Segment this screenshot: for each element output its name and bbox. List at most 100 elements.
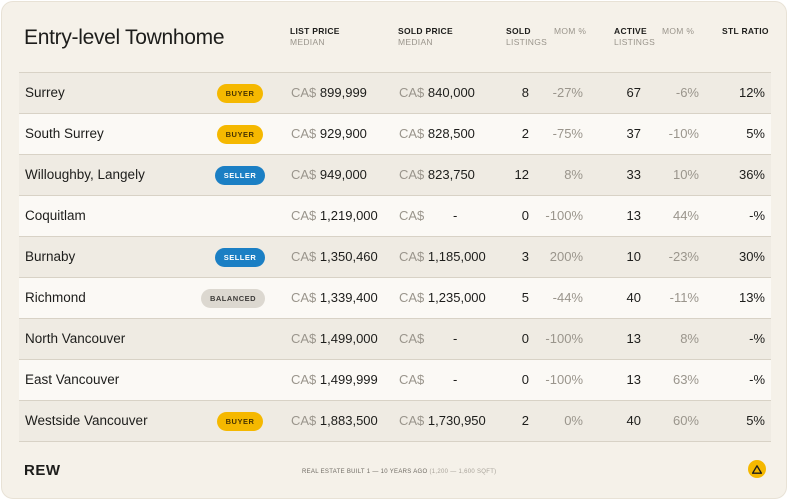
column-header-active-mom: MOM % <box>662 26 695 36</box>
column-header-sold-price: SOLD PRICE MEDIAN <box>398 26 453 47</box>
currency-label: CA$ <box>399 126 425 141</box>
stl-ratio-value: -% <box>749 331 765 346</box>
currency-label: CA$ <box>291 167 317 182</box>
market-status-badge: BALANCED <box>201 289 265 308</box>
stl-ratio-value: 5% <box>746 413 765 428</box>
sold-price: CA$ 1,235,000 <box>399 278 486 318</box>
market-status-badge: BUYER <box>217 84 263 103</box>
list-price: CA$ 1,883,500 <box>291 401 378 441</box>
triangle-glyph <box>752 464 762 474</box>
rew-logo: REW <box>24 462 61 479</box>
sold-price-value: 1,185,000 <box>427 249 486 264</box>
region-name: Surrey <box>25 85 65 100</box>
sold-listings-count: 5 <box>521 290 529 305</box>
active-mom-percent: 10% <box>672 167 699 182</box>
sold-mom-percent: -100% <box>545 331 583 346</box>
region-name: Coquitlam <box>25 208 86 223</box>
active-mom-percent: 44% <box>672 208 699 223</box>
sold-listings-count: 0 <box>521 208 529 223</box>
warning-triangle-icon[interactable] <box>748 460 766 478</box>
table-row[interactable]: East Vancouver CA$ 1,499,999 CA$ -0 -100% 13 6… <box>19 359 771 400</box>
active-listings-count: 10 <box>626 249 641 264</box>
sold-mom-percent: -75% <box>552 126 583 141</box>
active-listings-count: 13 <box>626 331 641 346</box>
sold-listings-count: 2 <box>521 126 529 141</box>
list-price-value: 1,339,400 <box>319 290 378 305</box>
list-price: CA$ 949,000 <box>291 155 367 195</box>
sold-price-value: 1,235,000 <box>427 290 486 305</box>
active-listings-count: 37 <box>626 126 641 141</box>
region-name: Richmond <box>25 290 86 305</box>
sold-price: CA$ 828,500 <box>399 114 475 154</box>
list-price: CA$ 1,499,000 <box>291 319 378 359</box>
sold-mom-percent: 200% <box>549 249 583 264</box>
sold-price-value: 1,730,950 <box>427 413 486 428</box>
sold-mom-percent: 8% <box>564 167 583 182</box>
active-listings-count: 40 <box>626 290 641 305</box>
table-body: Surrey BUYER CA$ 899,999 CA$ 840,000 8 -27% 67… <box>19 72 771 442</box>
sold-price: CA$ - <box>399 360 457 400</box>
active-listings-count: 67 <box>626 85 641 100</box>
currency-label: CA$ <box>399 208 425 223</box>
market-status-badge: SELLER <box>215 166 265 185</box>
table-row[interactable]: Burnaby SELLER CA$ 1,350,460 CA$ 1,185,000 3… <box>19 236 771 277</box>
table-row[interactable]: South Surrey BUYER CA$ 929,900 CA$ 828,500 2… <box>19 113 771 154</box>
currency-label: CA$ <box>399 167 425 182</box>
market-status-badge: BUYER <box>217 412 263 431</box>
active-mom-percent: 63% <box>672 372 699 387</box>
currency-label: CA$ <box>291 290 317 305</box>
currency-label: CA$ <box>399 331 425 346</box>
currency-label: CA$ <box>291 413 317 428</box>
sold-mom-percent: -100% <box>545 208 583 223</box>
sold-price: CA$ 1,185,000 <box>399 237 486 277</box>
region-name: Westside Vancouver <box>25 413 148 428</box>
sold-price-value: 828,500 <box>427 126 475 141</box>
sold-price-value: 840,000 <box>427 85 475 100</box>
market-status-badge: BUYER <box>217 125 263 144</box>
sold-listings-count: 2 <box>521 413 529 428</box>
active-mom-percent: -23% <box>668 249 699 264</box>
table-row[interactable]: Richmond BALANCED CA$ 1,339,400 CA$ 1,235,0… <box>19 277 771 318</box>
active-listings-count: 13 <box>626 208 641 223</box>
active-listings-count: 40 <box>626 413 641 428</box>
sold-mom-percent: -44% <box>552 290 583 305</box>
active-mom-percent: -10% <box>668 126 699 141</box>
sold-price-value: - <box>453 331 458 346</box>
active-mom-percent: 8% <box>680 331 699 346</box>
market-table-card: Entry-level Townhome LIST PRICE MEDIAN S… <box>1 1 787 499</box>
currency-label: CA$ <box>291 126 317 141</box>
currency-label: CA$ <box>399 413 425 428</box>
sold-price-value: - <box>453 372 458 387</box>
sold-price: CA$ 840,000 <box>399 73 475 113</box>
sold-price: CA$ - <box>399 196 457 236</box>
region-name: South Surrey <box>25 126 104 141</box>
list-price: CA$ 929,900 <box>291 114 367 154</box>
sold-mom-percent: 0% <box>564 413 583 428</box>
active-mom-percent: -11% <box>669 290 699 305</box>
table-row[interactable]: Westside Vancouver BUYER CA$ 1,883,500 CA$ … <box>19 400 771 442</box>
list-price-value: 1,499,000 <box>319 331 378 346</box>
column-header-list-price: LIST PRICE MEDIAN <box>290 26 340 47</box>
table-row[interactable]: North Vancouver CA$ 1,499,000 CA$ -0 -100% 13… <box>19 318 771 359</box>
sold-price: CA$ 823,750 <box>399 155 475 195</box>
table-row[interactable]: Surrey BUYER CA$ 899,999 CA$ 840,000 8 -27% 67… <box>19 72 771 113</box>
region-name: Burnaby <box>25 249 76 264</box>
sold-mom-percent: -27% <box>552 85 583 100</box>
sold-price-value: - <box>453 208 458 223</box>
region-name: North Vancouver <box>25 331 126 346</box>
table-row[interactable]: Willoughby, Langely SELLER CA$ 949,000 CA$ … <box>19 154 771 195</box>
table-row[interactable]: Coquitlam CA$ 1,219,000 CA$ -0 -100% 13 44% -% <box>19 195 771 236</box>
currency-label: CA$ <box>399 372 425 387</box>
active-mom-percent: -6% <box>675 85 699 100</box>
market-status-badge: SELLER <box>215 248 265 267</box>
list-price-value: 949,000 <box>319 167 367 182</box>
sold-price-value: 823,750 <box>427 167 475 182</box>
list-price-value: 1,883,500 <box>319 413 378 428</box>
list-price: CA$ 1,499,999 <box>291 360 378 400</box>
list-price-value: 929,900 <box>319 126 367 141</box>
sold-price: CA$ - <box>399 319 457 359</box>
column-header-sold-mom: MOM % <box>554 26 587 36</box>
stl-ratio-value: 12% <box>738 85 765 100</box>
column-header-sold-listings: SOLD LISTINGS <box>506 26 548 47</box>
currency-label: CA$ <box>291 85 317 100</box>
